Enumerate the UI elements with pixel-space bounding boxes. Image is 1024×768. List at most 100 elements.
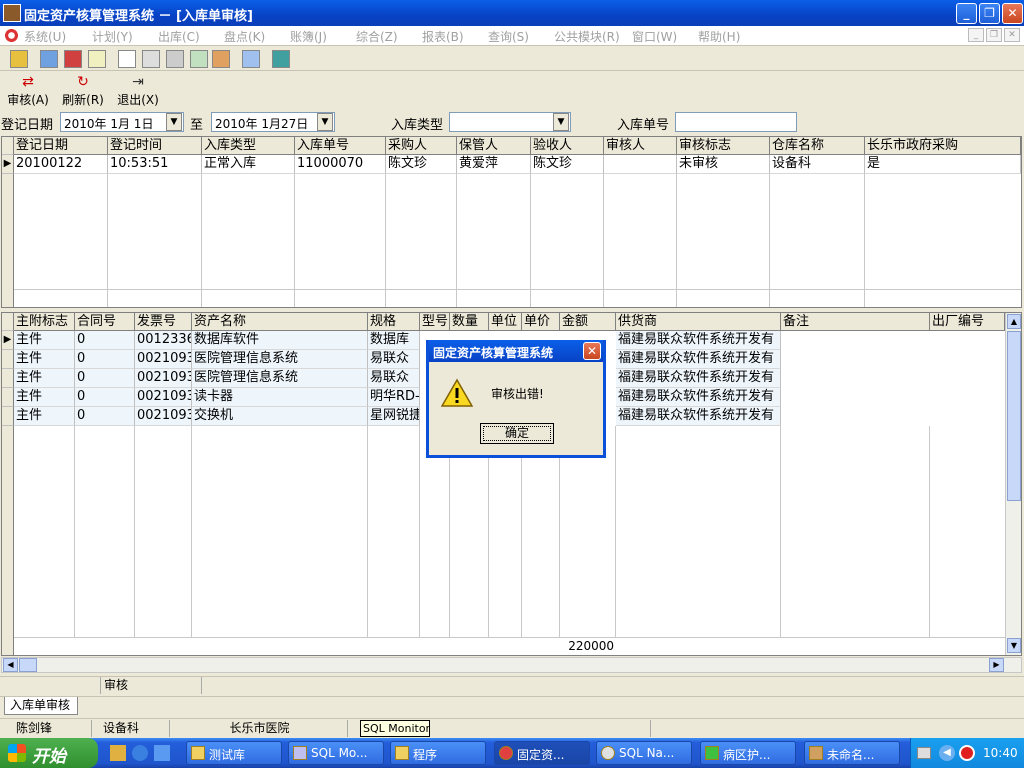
excel-icon[interactable] <box>272 50 290 68</box>
col-header[interactable]: 长乐市政府采购 <box>865 137 1021 155</box>
type-dropdown-icon[interactable]: ▼ <box>553 113 569 131</box>
scroll-down-icon[interactable]: ▼ <box>1007 638 1021 653</box>
col-header[interactable]: 供货商 <box>616 313 781 331</box>
scroll-left-icon[interactable]: ◀ <box>3 658 18 672</box>
table-cell[interactable]: 福建易联众软件系统开发有 <box>616 331 781 350</box>
browser-icon[interactable] <box>154 745 170 761</box>
menu-inventory[interactable]: 盘点(K) <box>224 28 265 45</box>
table-cell[interactable]: 10:53:51 <box>108 155 202 174</box>
mdi-close-button[interactable]: ✕ <box>1004 28 1020 42</box>
tab-inbound-audit[interactable]: 入库单审核 <box>4 697 78 715</box>
col-header[interactable]: 型号 <box>420 313 450 331</box>
no-input[interactable] <box>675 112 797 132</box>
col-header[interactable]: 登记日期 <box>14 137 108 155</box>
table-cell[interactable]: 00210932 <box>135 388 192 407</box>
table-cell[interactable]: 福建易联众软件系统开发有 <box>616 407 781 426</box>
col-header[interactable]: 资产名称 <box>192 313 368 331</box>
menu-query[interactable]: 查询(S) <box>488 28 529 45</box>
task-ward-nursing[interactable]: 病区护... <box>700 741 796 765</box>
col-header[interactable]: 单价 <box>522 313 560 331</box>
col-header[interactable]: 保管人 <box>457 137 531 155</box>
start-button[interactable]: 开始 <box>0 738 98 768</box>
col-header[interactable]: 仓库名称 <box>770 137 865 155</box>
col-header[interactable]: 审核人 <box>604 137 677 155</box>
table-cell[interactable]: 黄爱萍 <box>457 155 531 174</box>
task-test-db[interactable]: 测试库 <box>186 741 282 765</box>
thermometer-icon[interactable] <box>10 50 28 68</box>
date-from-dropdown-icon[interactable]: ▼ <box>166 113 182 131</box>
col-header[interactable]: 入库单号 <box>295 137 386 155</box>
date-to-dropdown-icon[interactable]: ▼ <box>317 113 333 131</box>
task-sql-monitor[interactable]: SQL Mo... <box>288 741 384 765</box>
table-cell[interactable]: 主件 <box>14 369 75 388</box>
table-cell[interactable]: 0 <box>75 369 135 388</box>
table-cell[interactable]: 星网锐捷 <box>368 407 420 426</box>
table-cell[interactable]: 数据库软件 <box>192 331 368 350</box>
restore-button[interactable]: ❐ <box>979 3 1000 24</box>
table-cell[interactable] <box>604 155 677 174</box>
col-header[interactable]: 审核标志 <box>677 137 770 155</box>
mdi-restore-button[interactable]: ❐ <box>986 28 1002 42</box>
clipboard-icon[interactable] <box>88 50 106 68</box>
table-cell[interactable]: 00210932 <box>135 407 192 426</box>
table-cell[interactable]: 20100122 <box>14 155 108 174</box>
col-header[interactable]: 金额 <box>560 313 616 331</box>
task-program[interactable]: 程序 <box>390 741 486 765</box>
menu-system[interactable]: 系统(U) <box>24 28 66 45</box>
import-icon[interactable] <box>40 50 58 68</box>
table-cell[interactable]: 医院管理信息系统 <box>192 369 368 388</box>
table-cell[interactable]: 易联众 <box>368 350 420 369</box>
refresh-button[interactable]: ↻ 刷新(R) <box>57 74 109 108</box>
new-document-icon[interactable] <box>118 50 136 68</box>
calculator-icon[interactable] <box>166 50 184 68</box>
keyboard-icon[interactable] <box>917 747 931 759</box>
table-cell[interactable]: 设备科 <box>770 155 865 174</box>
scroll-up-icon[interactable]: ▲ <box>1007 314 1021 329</box>
col-header[interactable]: 合同号 <box>75 313 135 331</box>
task-untitled[interactable]: 未命名... <box>804 741 900 765</box>
col-header[interactable]: 验收人 <box>531 137 604 155</box>
col-header[interactable]: 主附标志 <box>14 313 75 331</box>
app-icon[interactable] <box>3 4 21 22</box>
export-icon[interactable] <box>64 50 82 68</box>
system-menu-icon[interactable] <box>4 28 19 43</box>
table-cell[interactable]: 0 <box>75 350 135 369</box>
ie-icon[interactable] <box>132 745 148 761</box>
copy-document-icon[interactable] <box>142 50 160 68</box>
table-cell[interactable]: 0 <box>75 388 135 407</box>
col-header[interactable]: 登记时间 <box>108 137 202 155</box>
col-header[interactable]: 出厂编号 <box>930 313 1005 331</box>
edit-check-icon[interactable] <box>190 50 208 68</box>
close-button[interactable]: ✕ <box>1002 3 1023 24</box>
menu-public-module[interactable]: 公共模块(R) <box>554 28 620 45</box>
table-cell[interactable]: 医院管理信息系统 <box>192 350 368 369</box>
horizontal-scrollbar[interactable]: ◀ ▶ <box>1 657 1022 673</box>
tray-arrow-icon[interactable]: ◀ <box>939 745 955 761</box>
dialog-close-icon[interactable]: ✕ <box>583 342 601 360</box>
table-cell[interactable]: 陈文珍 <box>531 155 604 174</box>
table-cell[interactable]: 主件 <box>14 407 75 426</box>
minimize-button[interactable]: _ <box>956 3 977 24</box>
menu-plan[interactable]: 计划(Y) <box>92 28 133 45</box>
table-cell[interactable]: 读卡器 <box>192 388 368 407</box>
task-fixed-assets[interactable]: 固定资... <box>494 741 590 765</box>
table-cell[interactable]: 00210930 <box>135 369 192 388</box>
table-cell[interactable]: 00210931 <box>135 350 192 369</box>
menu-help[interactable]: 帮助(H) <box>698 28 740 45</box>
table-cell[interactable]: 主件 <box>14 350 75 369</box>
col-header[interactable]: 发票号 <box>135 313 192 331</box>
table-cell[interactable]: 陈文珍 <box>386 155 457 174</box>
scroll-thumb[interactable] <box>1007 331 1021 501</box>
table-cell[interactable]: 明华RD- <box>368 388 420 407</box>
table-cell[interactable]: 00123362 <box>135 331 192 350</box>
audit-button[interactable]: ⇄ 审核(A) <box>2 74 54 108</box>
h-scroll-thumb[interactable] <box>19 658 37 672</box>
table-cell[interactable]: 主件 <box>14 331 75 350</box>
table-cell[interactable]: 未审核 <box>677 155 770 174</box>
task-sql-navigator[interactable]: SQL Na... <box>596 741 692 765</box>
quicklaunch-icon[interactable] <box>110 745 126 761</box>
table-cell[interactable]: 数据库 <box>368 331 420 350</box>
menu-outbound[interactable]: 出库(C) <box>158 28 200 45</box>
col-header[interactable]: 采购人 <box>386 137 457 155</box>
col-header[interactable]: 规格 <box>368 313 420 331</box>
